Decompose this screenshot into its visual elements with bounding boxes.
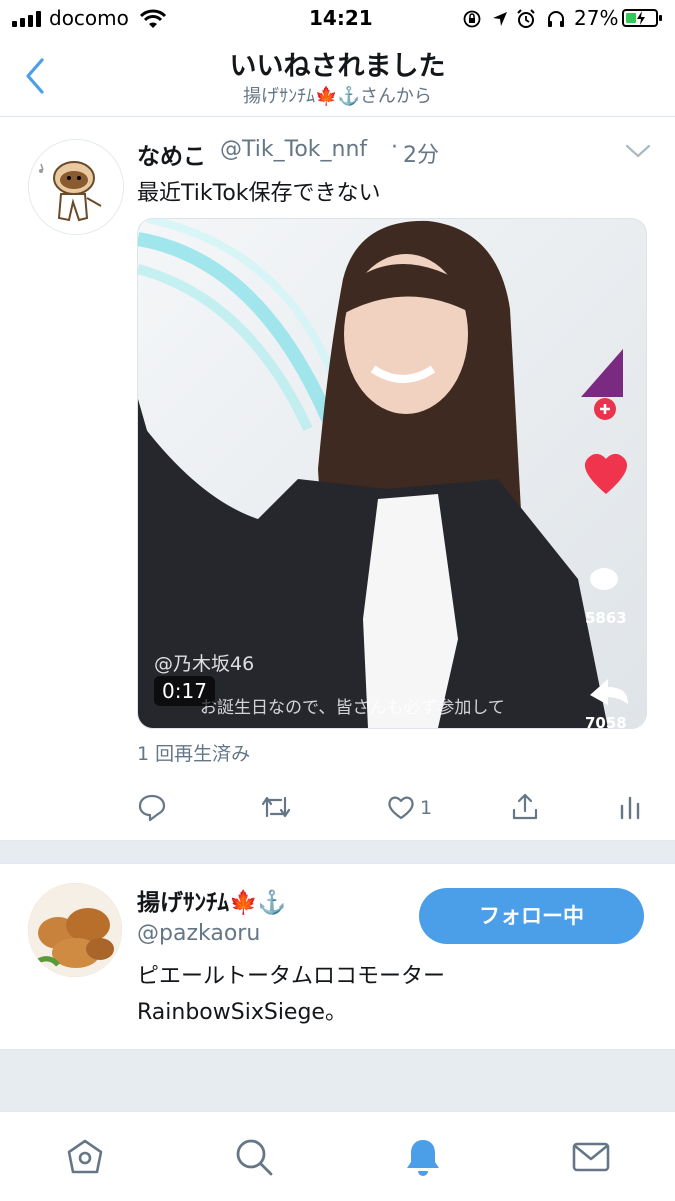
share-icon[interactable]: [510, 789, 540, 825]
home-icon[interactable]: [64, 1136, 106, 1178]
tweet[interactable]: なめこ @Tik_Tok_nnf · 2分 最近TikTok保存できない @乃木…: [0, 117, 675, 839]
notifications-icon[interactable]: [402, 1136, 444, 1178]
page-title: いいねされました: [229, 51, 446, 82]
tweet-author-handle[interactable]: @Tik_Tok_nnf: [220, 137, 367, 162]
like-icon[interactable]: [386, 789, 416, 825]
tiktok-share-count: 7058: [585, 714, 627, 729]
battery-percent: 27%: [574, 6, 619, 30]
clock: 14:21: [309, 6, 373, 30]
nameko-avatar-image: [29, 140, 123, 234]
tiktok-username: @乃木坂46: [154, 653, 255, 675]
video-player[interactable]: @乃木坂46 お誕生日なので、皆さんも必ず参加して 5863 7058 0:17: [137, 218, 647, 729]
tweet-author-name[interactable]: なめこ: [137, 137, 206, 171]
avatar[interactable]: [28, 883, 122, 977]
location-icon: [493, 12, 507, 26]
tiktok-comment-count: 5863: [585, 609, 627, 627]
retweet-icon[interactable]: [259, 789, 293, 825]
chevron-down-icon[interactable]: [625, 143, 651, 159]
fried-chicken-avatar-image: [28, 883, 122, 977]
tweet-text: 最近TikTok保存できない: [137, 181, 381, 206]
carrier-label: docomo: [49, 6, 129, 30]
header: いいねされました 揚げｻﾝﾁﾑ🍁⚓️さんから: [0, 40, 675, 117]
section-divider: [0, 1049, 675, 1112]
messages-icon[interactable]: [570, 1136, 612, 1178]
headphones-icon: [548, 11, 564, 27]
rotation-lock-icon: [463, 10, 481, 28]
status-bar: docomo 14:21 27%: [0, 0, 675, 40]
tiktok-caption: お誕生日なので、皆さんも必ず参加して: [200, 698, 505, 718]
battery-icon: [622, 9, 662, 27]
video-duration-badge: 0:17: [154, 676, 215, 706]
like-count: 1: [420, 797, 433, 819]
reply-icon[interactable]: [137, 789, 167, 825]
tweet-timestamp: 2分: [403, 143, 439, 168]
search-icon[interactable]: [233, 1136, 275, 1178]
separator-dot: ·: [391, 135, 398, 160]
section-divider: [0, 840, 675, 864]
following-button[interactable]: フォロー中: [419, 888, 644, 944]
avatar[interactable]: [28, 139, 124, 235]
user-bio-line: ピエールトータムロコモーター: [137, 964, 446, 989]
user-display-name[interactable]: 揚げｻﾝﾁﾑ🍁⚓️: [137, 883, 286, 917]
tab-bar: [0, 1111, 675, 1201]
user-card[interactable]: 揚げｻﾝﾁﾑ🍁⚓️ @pazkaoru ピエールトータムロコモーター Rainb…: [0, 863, 675, 1049]
alarm-icon: [517, 9, 535, 28]
user-bio-line: RainbowSixSiege。: [137, 1000, 347, 1025]
analytics-icon[interactable]: [618, 789, 642, 825]
wifi-icon: [140, 9, 166, 28]
signal-icon: [12, 11, 42, 27]
user-handle[interactable]: @pazkaoru: [137, 921, 260, 946]
page-subtitle: 揚げｻﾝﾁﾑ🍁⚓️さんから: [243, 86, 432, 107]
view-count: 1 回再生済み: [137, 743, 251, 765]
